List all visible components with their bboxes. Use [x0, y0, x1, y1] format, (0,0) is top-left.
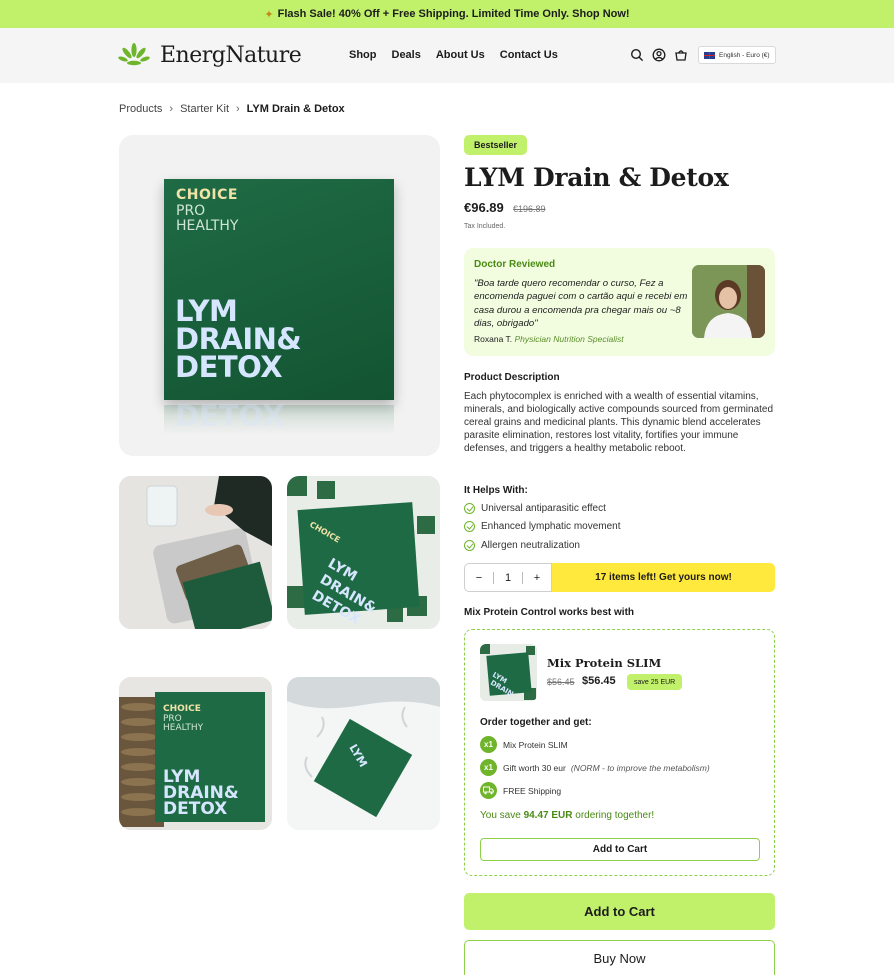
- svg-text:CHOICE: CHOICE: [163, 704, 201, 714]
- breadcrumb-starter-kit[interactable]: Starter Kit: [180, 103, 229, 115]
- check-circle-icon: [464, 521, 475, 532]
- package-subbrand: PRO HEALTHY: [176, 203, 239, 234]
- increment-button[interactable]: +: [523, 572, 551, 584]
- stock-alert: 17 items left! Get yours now!: [552, 563, 775, 592]
- x1-badge-icon: x1: [480, 759, 497, 776]
- header-icons: [630, 48, 688, 62]
- promo-text: Flash Sale! 40% Off + Free Shipping. Lim…: [277, 8, 630, 20]
- quantity-value[interactable]: 1: [494, 572, 522, 584]
- breadcrumb-products[interactable]: Products: [119, 103, 162, 115]
- help-item: Enhanced lymphatic movement: [464, 521, 621, 532]
- photo-box-with-blister: CHOICE PRO HEALTHY LYM DRAIN& DETOX: [119, 677, 272, 830]
- language-label: English - Euro (€): [719, 51, 770, 59]
- truck-icon: [480, 782, 497, 799]
- package-title: LYM DRAIN& DETOX: [175, 294, 302, 384]
- bundle-order-title: Order together and get:: [480, 717, 592, 728]
- product-package: CHOICE PRO HEALTHY LYM DRAIN& DETOX: [164, 179, 394, 400]
- product-title: LYM Drain & Detox: [464, 163, 729, 192]
- description-title: Product Description: [464, 372, 560, 383]
- chevron-right-icon: ›: [169, 103, 174, 115]
- buy-now-button[interactable]: Buy Now: [464, 940, 775, 975]
- svg-text:DETOX: DETOX: [163, 799, 227, 819]
- doctor-review-card: Doctor Reviewed "Boa tarde quero recomen…: [464, 248, 775, 356]
- promo-banner[interactable]: ✦ Flash Sale! 40% Off + Free Shipping. L…: [0, 0, 894, 28]
- bundle-offer: LYM DRAIN Mix Protein SLIM $56.45 $56.45…: [464, 629, 775, 876]
- nav-deals[interactable]: Deals: [392, 49, 421, 61]
- product-main-image[interactable]: CHOICE PRO HEALTHY LYM DRAIN& DETOX DETOX: [119, 135, 440, 456]
- nav-contact-us[interactable]: Contact Us: [500, 49, 558, 61]
- breadcrumb-current: LYM Drain & Detox: [246, 103, 345, 115]
- product-thumbnail-4[interactable]: LYM: [287, 677, 440, 830]
- helps-title: It Helps With:: [464, 485, 528, 496]
- bundle-line: FREE Shipping: [480, 782, 561, 799]
- bundle-heading: Mix Protein Control works best with: [464, 607, 635, 618]
- review-author: Roxana T. Physician Nutrition Specialist: [474, 334, 624, 344]
- add-to-cart-button[interactable]: Add to Cart: [464, 893, 775, 930]
- bundle-add-to-cart-button[interactable]: Add to Cart: [480, 838, 760, 861]
- review-quote: "Boa tarde quero recomendar o curso, Fez…: [474, 278, 688, 330]
- product-thumbnail-2[interactable]: CHOICE LYM DRAIN& DETOX: [287, 476, 440, 629]
- leaf-logo-icon: [118, 43, 150, 66]
- bundle-line: x1 Mix Protein SLIM: [480, 736, 568, 753]
- product-price: €96.89: [464, 200, 504, 215]
- nav-shop[interactable]: Shop: [349, 49, 377, 61]
- main-nav: Shop Deals About Us Contact Us: [349, 49, 573, 61]
- tax-note: Tax Included.: [464, 223, 506, 230]
- bundle-save-badge: save 25 EUR: [627, 674, 683, 690]
- description-text: Each phytocomplex is enriched with a wea…: [464, 391, 774, 455]
- package-brand: CHOICE: [176, 187, 238, 203]
- bundle-product-name: Mix Protein SLIM: [547, 656, 662, 670]
- photo-box-flatlay: CHOICE LYM DRAIN& DETOX: [287, 476, 440, 629]
- check-circle-icon: [464, 503, 475, 514]
- bundle-price: $56.45: [582, 675, 616, 687]
- user-icon[interactable]: [652, 48, 666, 62]
- breadcrumb: Products › Starter Kit › LYM Drain & Det…: [119, 103, 345, 115]
- package-reflection: DETOX: [164, 399, 394, 435]
- uk-flag-icon: [704, 51, 715, 59]
- bundle-line: x1 Gift worth 30 eur (NORM - to improve t…: [480, 759, 710, 776]
- brand-name: EnergNature: [160, 42, 302, 68]
- review-heading: Doctor Reviewed: [474, 259, 556, 270]
- x1-badge-icon: x1: [480, 736, 497, 753]
- photo-hand-with-pills: [119, 476, 272, 629]
- brand-logo[interactable]: EnergNature: [118, 42, 302, 68]
- bundle-product-image: LYM DRAIN: [480, 644, 537, 701]
- quantity-stepper: − 1 +: [464, 563, 552, 592]
- review-author-role: Physician Nutrition Specialist: [514, 334, 624, 344]
- site-header: EnergNature Shop Deals About Us Contact …: [0, 28, 894, 83]
- doctor-photo: [692, 265, 765, 338]
- language-selector[interactable]: English - Euro (€): [698, 46, 776, 64]
- bundle-old-price: $56.45: [547, 677, 575, 687]
- help-item: Universal antiparasitic effect: [464, 503, 606, 514]
- chevron-right-icon: ›: [236, 103, 240, 115]
- svg-text:HEALTHY: HEALTHY: [163, 723, 204, 733]
- cart-icon[interactable]: [674, 48, 688, 62]
- photo-box-splash: LYM: [287, 677, 440, 830]
- nav-about-us[interactable]: About Us: [436, 49, 485, 61]
- product-thumbnail-3[interactable]: CHOICE PRO HEALTHY LYM DRAIN& DETOX: [119, 677, 272, 830]
- party-popper-icon: ✦: [264, 8, 274, 21]
- help-item: Allergen neutralization: [464, 540, 580, 551]
- bundle-savings: You save 94.47 EUR ordering together!: [480, 810, 655, 821]
- product-old-price: €196.89: [513, 204, 546, 214]
- product-thumbnail-1[interactable]: [119, 476, 272, 629]
- bestseller-badge: Bestseller: [464, 135, 528, 155]
- search-icon[interactable]: [630, 48, 644, 62]
- check-circle-icon: [464, 540, 475, 551]
- decrement-button[interactable]: −: [465, 572, 493, 584]
